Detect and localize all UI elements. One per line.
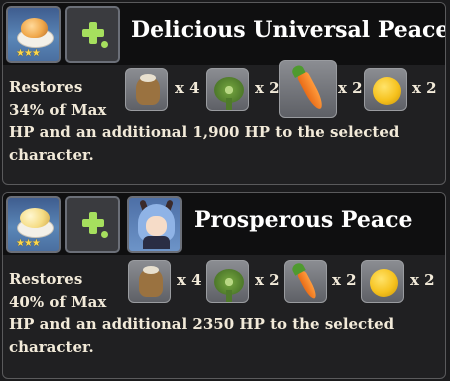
character-portrait-icon[interactable] (127, 196, 182, 253)
rarity-stars: ★★★ (16, 238, 41, 249)
plus-dot-icon (101, 41, 108, 48)
description-line: character. (9, 145, 94, 164)
face-icon (146, 216, 167, 236)
plus-dot-icon (101, 231, 108, 238)
portrait-art (135, 199, 178, 249)
plus-icon[interactable] (65, 6, 120, 63)
dish-icon[interactable]: ★★★ (6, 6, 61, 63)
dish-food-icon (20, 208, 50, 228)
rarity-stars: ★★★ (16, 48, 41, 59)
dish-icon[interactable]: ★★★ (6, 196, 61, 253)
description-line: HP and an additional 1,900 HP to the sel… (9, 123, 400, 141)
description-line: 34% of Max (9, 100, 107, 119)
recipe-description: Restores 34% of Max HP and an additional… (9, 76, 439, 166)
recipe-card-prosperous-peace[interactable]: ★★★ Prosperous Peace x 4 x 2 x 2 x 2 Res… (2, 192, 446, 379)
recipe-header: ★★★ Delicious Universal Peace (3, 3, 445, 65)
recipe-card-delicious-universal-peace[interactable]: ★★★ Delicious Universal Peace x 4 x 2 x … (2, 2, 446, 185)
description-line: Restores (9, 78, 83, 96)
recipe-title: Delicious Universal Peace (131, 17, 446, 43)
description-line: HP and an additional 2350 HP to the sele… (9, 315, 395, 333)
plus-icon[interactable] (65, 196, 120, 253)
recipe-header: ★★★ Prosperous Peace (3, 193, 445, 255)
recipe-title: Prosperous Peace (194, 207, 413, 233)
description-line: Restores (9, 270, 83, 288)
body-icon (143, 236, 170, 249)
plus-glyph-icon (82, 22, 104, 44)
dish-food-icon (21, 18, 48, 38)
recipe-description: Restores 40% of Max HP and an additional… (9, 268, 439, 358)
description-line: 40% of Max (9, 292, 107, 311)
description-line: character. (9, 337, 94, 356)
plus-glyph-icon (82, 212, 104, 234)
